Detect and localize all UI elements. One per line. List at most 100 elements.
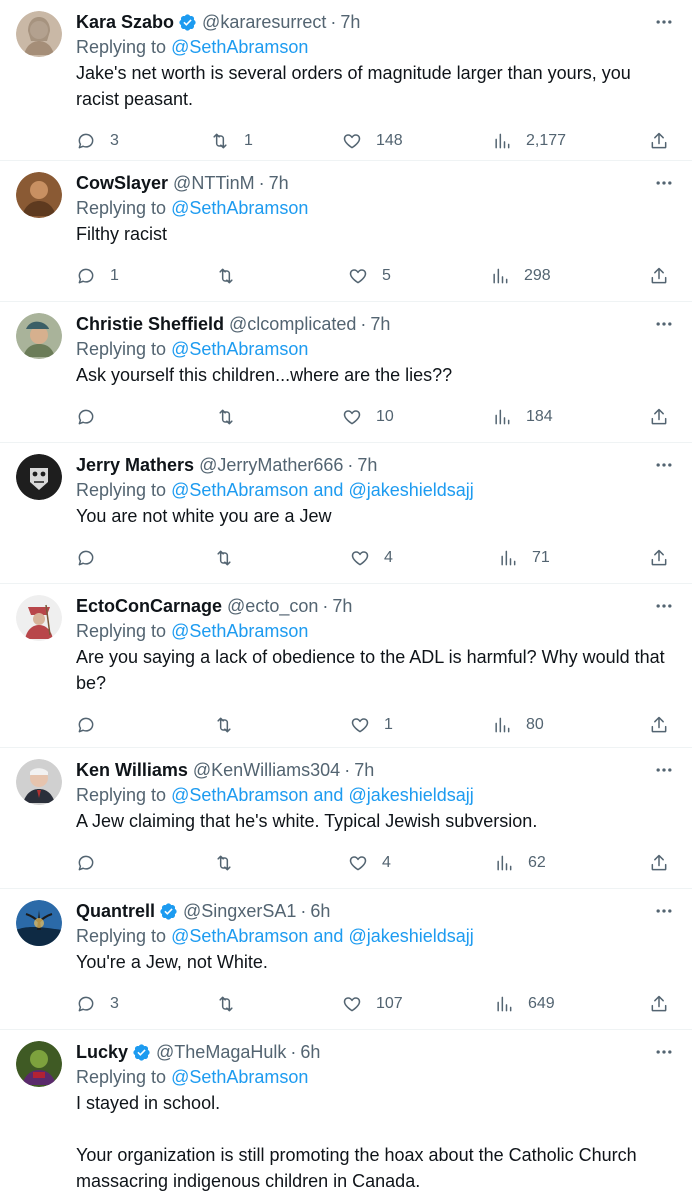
- reply-tweet[interactable]: Jerry Mathers @JerryMather666 · 7h Reply…: [0, 443, 692, 584]
- reply-tweet[interactable]: Kara Szabo @kararesurrect · 7h Replying …: [0, 0, 692, 161]
- views-button[interactable]: 298: [490, 266, 551, 286]
- avatar[interactable]: [16, 900, 62, 946]
- reply-tweet[interactable]: CowSlayer @NTTinM · 7h Replying to @Seth…: [0, 161, 692, 302]
- replying-to-link[interactable]: @SethAbramson: [171, 37, 308, 57]
- retweet-count: 1: [244, 132, 253, 149]
- user-handle[interactable]: @SingxerSA1: [183, 899, 296, 923]
- more-icon[interactable]: [654, 314, 674, 334]
- replying-to-link[interactable]: @SethAbramson: [171, 198, 308, 218]
- views-button[interactable]: 62: [494, 853, 546, 873]
- user-handle[interactable]: @NTTinM: [173, 171, 255, 195]
- display-name[interactable]: Kara Szabo: [76, 10, 174, 34]
- like-button[interactable]: 148: [342, 131, 403, 151]
- retweet-button[interactable]: [216, 266, 250, 286]
- retweet-button[interactable]: [216, 407, 250, 427]
- more-icon[interactable]: [654, 455, 674, 475]
- like-count: 4: [382, 854, 391, 871]
- more-icon[interactable]: [654, 596, 674, 616]
- reply-tweet[interactable]: Ken Williams @KenWilliams304 · 7h Replyi…: [0, 748, 692, 889]
- replying-to-line: Replying to @SethAbramson and @jakeshiel…: [76, 926, 474, 946]
- avatar[interactable]: [16, 313, 62, 359]
- like-button[interactable]: 1: [350, 715, 393, 735]
- like-button[interactable]: 5: [348, 266, 391, 286]
- replying-to-link[interactable]: @SethAbramson: [171, 339, 308, 359]
- timestamp[interactable]: 6h: [300, 1040, 320, 1064]
- views-button[interactable]: 2,177: [492, 131, 566, 151]
- reply-icon: [78, 717, 94, 733]
- avatar[interactable]: [16, 172, 62, 218]
- views-icon: [495, 717, 510, 733]
- retweet-button[interactable]: 1: [210, 131, 253, 151]
- like-button[interactable]: 10: [342, 407, 394, 427]
- more-icon[interactable]: [654, 173, 674, 193]
- reply-button[interactable]: 3: [76, 994, 119, 1014]
- share-button[interactable]: [649, 853, 669, 873]
- reply-button[interactable]: 1: [76, 266, 119, 286]
- avatar[interactable]: [16, 759, 62, 805]
- user-handle[interactable]: @TheMagaHulk: [156, 1040, 286, 1064]
- timestamp[interactable]: 7h: [357, 453, 377, 477]
- user-handle[interactable]: @kararesurrect: [202, 10, 326, 34]
- views-button[interactable]: 649: [494, 994, 555, 1014]
- reply-button[interactable]: [76, 715, 110, 735]
- reply-tweet[interactable]: Lucky @TheMagaHulk · 6h Replying to @Set…: [0, 1030, 692, 1200]
- display-name[interactable]: Jerry Mathers: [76, 453, 194, 477]
- like-count: 107: [376, 995, 403, 1012]
- reply-button[interactable]: [76, 853, 110, 873]
- share-button[interactable]: [649, 994, 669, 1014]
- reply-button[interactable]: 3: [76, 131, 119, 151]
- replying-to-link[interactable]: @SethAbramson and @jakeshieldsajj: [171, 926, 474, 946]
- replying-to-link[interactable]: @SethAbramson and @jakeshieldsajj: [171, 785, 474, 805]
- timestamp[interactable]: 7h: [340, 10, 360, 34]
- avatar[interactable]: [16, 454, 62, 500]
- retweet-button[interactable]: [214, 853, 248, 873]
- timestamp[interactable]: 6h: [310, 899, 330, 923]
- user-handle[interactable]: @JerryMather666: [199, 453, 343, 477]
- share-button[interactable]: [649, 715, 669, 735]
- avatar[interactable]: [16, 595, 62, 641]
- replying-to-link[interactable]: @SethAbramson: [171, 621, 308, 641]
- timestamp[interactable]: 7h: [269, 171, 289, 195]
- reply-tweet[interactable]: Christie Sheffield @clcomplicated · 7h R…: [0, 302, 692, 443]
- display-name[interactable]: CowSlayer: [76, 171, 168, 195]
- share-button[interactable]: [649, 131, 669, 151]
- share-button[interactable]: [649, 548, 669, 568]
- avatar[interactable]: [16, 11, 62, 57]
- display-name[interactable]: Ken Williams: [76, 758, 188, 782]
- reply-button[interactable]: [76, 548, 110, 568]
- like-button[interactable]: 4: [350, 548, 393, 568]
- share-button[interactable]: [649, 407, 669, 427]
- more-icon[interactable]: [654, 760, 674, 780]
- views-button[interactable]: 184: [492, 407, 553, 427]
- display-name[interactable]: Quantrell: [76, 899, 155, 923]
- like-button[interactable]: 107: [342, 994, 403, 1014]
- display-name[interactable]: Lucky: [76, 1040, 128, 1064]
- view-count: 71: [532, 549, 550, 566]
- reply-tweet[interactable]: EctoConCarnage @ecto_con · 7h Replying t…: [0, 584, 692, 748]
- display-name[interactable]: EctoConCarnage: [76, 594, 222, 618]
- reply-button[interactable]: [76, 407, 110, 427]
- avatar[interactable]: [16, 1041, 62, 1087]
- user-handle[interactable]: @ecto_con: [227, 594, 318, 618]
- views-button[interactable]: 71: [498, 548, 550, 568]
- retweet-button[interactable]: [214, 548, 248, 568]
- retweet-button[interactable]: [216, 994, 250, 1014]
- retweet-icon: [219, 409, 233, 425]
- more-icon[interactable]: [654, 1042, 674, 1062]
- like-button[interactable]: 4: [348, 853, 391, 873]
- more-icon[interactable]: [654, 901, 674, 921]
- share-button[interactable]: [649, 266, 669, 286]
- user-handle[interactable]: @clcomplicated: [229, 312, 356, 336]
- display-name[interactable]: Christie Sheffield: [76, 312, 224, 336]
- timestamp[interactable]: 7h: [370, 312, 390, 336]
- action-bar: 4 62: [76, 834, 676, 892]
- views-button[interactable]: 80: [492, 715, 544, 735]
- replying-to-link[interactable]: @SethAbramson and @jakeshieldsajj: [171, 480, 474, 500]
- replying-to-link[interactable]: @SethAbramson: [171, 1067, 308, 1087]
- user-handle[interactable]: @KenWilliams304: [193, 758, 340, 782]
- reply-tweet[interactable]: Quantrell @SingxerSA1 · 6h Replying to @…: [0, 889, 692, 1030]
- timestamp[interactable]: 7h: [354, 758, 374, 782]
- retweet-button[interactable]: [214, 715, 248, 735]
- timestamp[interactable]: 7h: [332, 594, 352, 618]
- more-icon[interactable]: [654, 12, 674, 32]
